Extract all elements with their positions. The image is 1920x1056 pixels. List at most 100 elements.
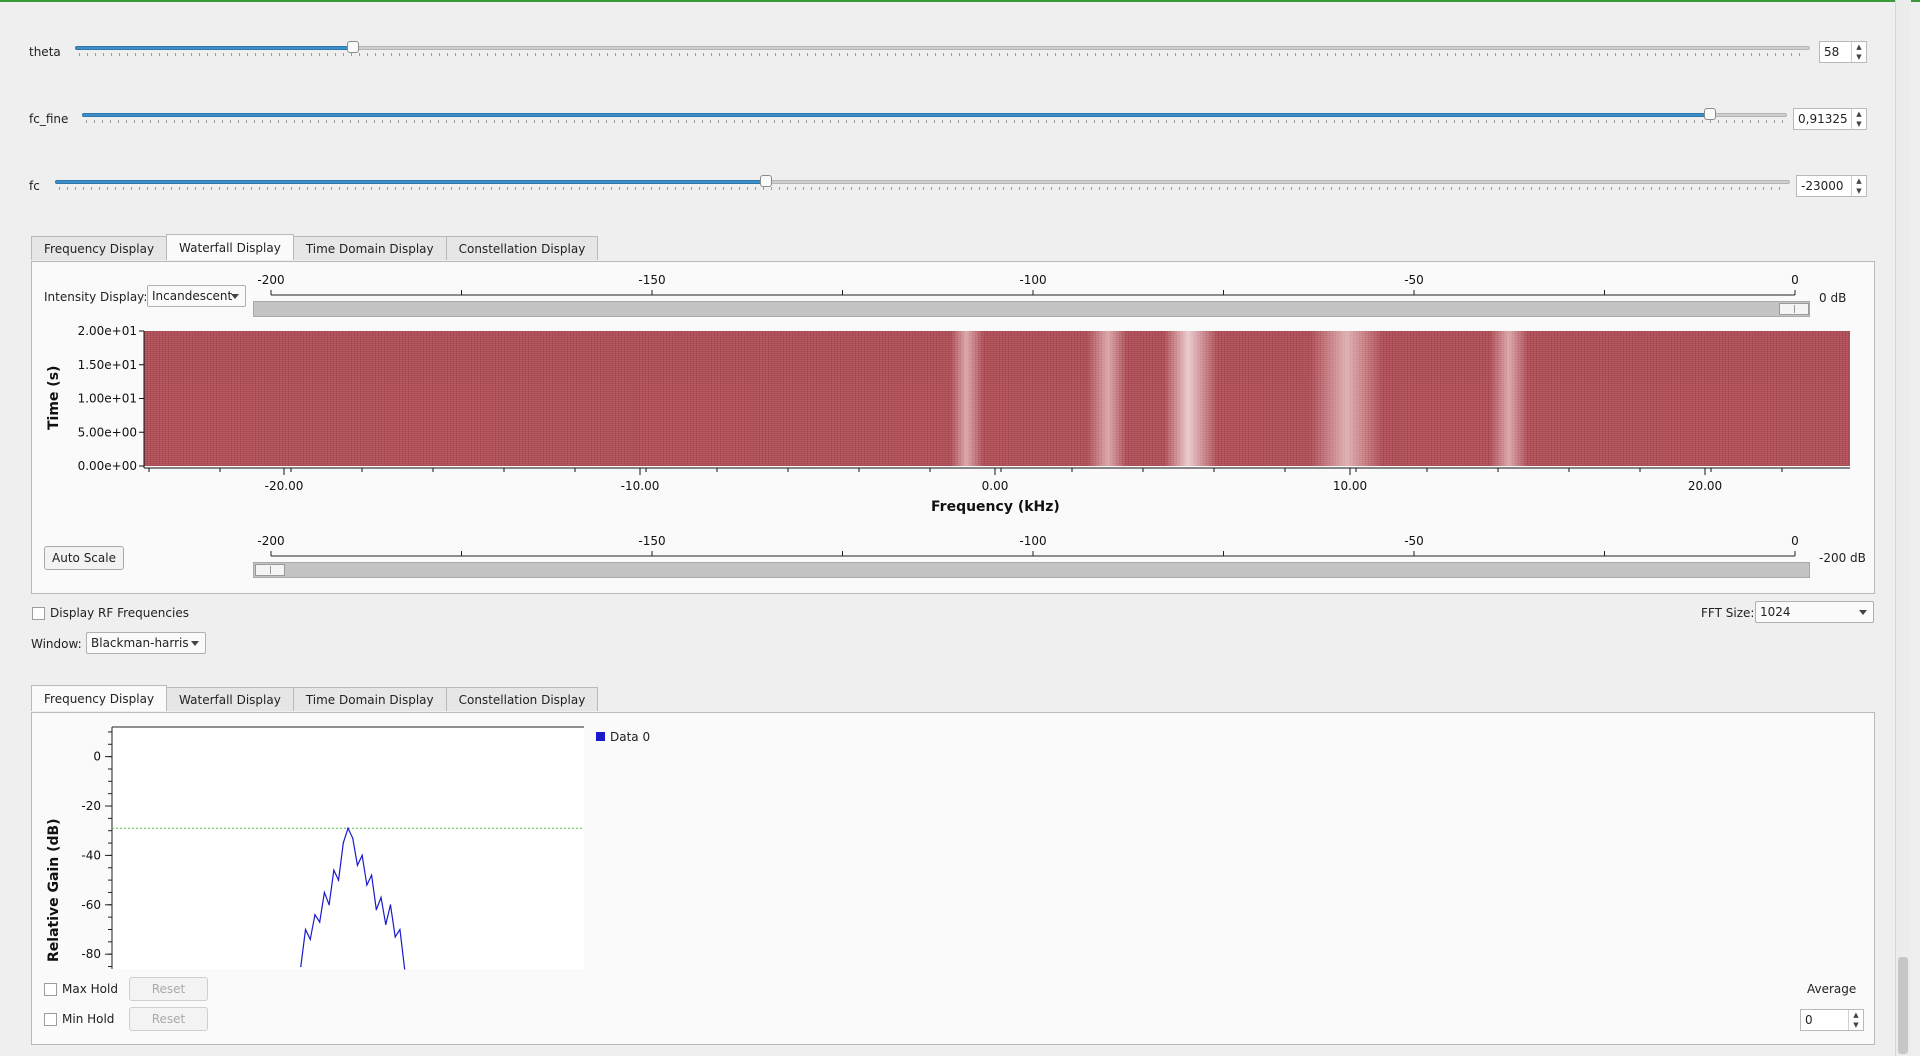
fft-size-value: 1024 xyxy=(1760,605,1791,619)
fc-spinbox[interactable]: -23000 ▲ ▼ xyxy=(1796,175,1867,197)
scale-tick-label: -200 xyxy=(257,534,284,548)
min-hold-reset-button[interactable]: Reset xyxy=(129,1007,208,1031)
vertical-scrollbar[interactable] xyxy=(1895,0,1911,1056)
series-data-0-point xyxy=(352,837,354,839)
top-tab-bar: Frequency Display Waterfall Display Time… xyxy=(31,234,599,261)
series-data-0-point xyxy=(323,891,325,894)
fc-fine-spinbox[interactable]: 0,91325 ▲ ▼ xyxy=(1793,108,1867,130)
legend-swatch-icon xyxy=(596,732,605,741)
chevron-down-icon xyxy=(191,641,199,646)
max-intensity-handle[interactable] xyxy=(1779,303,1809,315)
scale-tick-label: -150 xyxy=(638,273,665,287)
x-tick-label: 0.00 xyxy=(982,479,1009,493)
scale-tick-label: -50 xyxy=(1404,273,1424,287)
series-data-0-point xyxy=(361,854,363,857)
display-rf-checkbox[interactable] xyxy=(32,607,45,620)
fc-fine-slider-handle[interactable] xyxy=(1704,108,1717,120)
series-data-0-point xyxy=(304,928,307,931)
x-tick-label: 10.00 xyxy=(1333,479,1367,493)
theta-slider-handle[interactable] xyxy=(346,41,359,53)
series-data-0-point xyxy=(404,968,406,970)
scale-tick-label: -150 xyxy=(638,534,665,548)
scrollbar-thumb[interactable] xyxy=(1898,957,1908,1054)
auto-scale-button[interactable]: Auto Scale xyxy=(44,546,124,570)
max-intensity-slider[interactable] xyxy=(253,301,1810,317)
max-db-label: 0 dB xyxy=(1819,291,1847,305)
series-data-0-point xyxy=(375,909,377,911)
scale-tick-label: -50 xyxy=(1404,534,1424,548)
tab-waterfall-display[interactable]: Waterfall Display xyxy=(166,234,294,260)
fft-size-select[interactable]: 1024 xyxy=(1755,601,1874,623)
fc-slider[interactable] xyxy=(55,174,1790,194)
fc-label: fc xyxy=(29,179,40,193)
tab-constellation-display[interactable]: Constellation Display xyxy=(445,236,599,260)
tab-constellation-display[interactable]: Constellation Display xyxy=(445,687,599,711)
tab-frequency-display[interactable]: Frequency Display xyxy=(31,236,168,260)
theta-slider[interactable] xyxy=(75,40,1810,60)
min-hold-checkbox[interactable] xyxy=(44,1013,57,1026)
intensity-display-select[interactable]: Incandescent xyxy=(147,285,246,307)
max-hold-checkbox[interactable] xyxy=(44,983,57,996)
upper-intensity-scale: -200 -150 -100 -50 0 xyxy=(257,273,1799,296)
spin-arrows-icon[interactable]: ▲ ▼ xyxy=(1851,42,1866,62)
series-data-0-point xyxy=(371,874,373,876)
window-select[interactable]: Blackman-harris xyxy=(86,632,206,654)
tab-waterfall-display[interactable]: Waterfall Display xyxy=(166,687,294,711)
tab-time-domain-display[interactable]: Time Domain Display xyxy=(292,687,447,711)
min-intensity-slider[interactable] xyxy=(253,562,1810,578)
spin-arrows-icon[interactable]: ▲ ▼ xyxy=(1848,1010,1863,1030)
series-data-0-point xyxy=(380,896,382,898)
fc-slider-handle[interactable] xyxy=(760,175,773,187)
fc-fine-label: fc_fine xyxy=(29,112,69,126)
tab-time-domain-display[interactable]: Time Domain Display xyxy=(292,236,447,260)
bottom-tab-bar: Frequency Display Waterfall Display Time… xyxy=(31,685,599,712)
series-data-0-point xyxy=(385,923,387,926)
y-tick-label: 1.00e+01 xyxy=(78,392,137,406)
x-tick-label: 20.00 xyxy=(1688,479,1722,493)
average-label: Average xyxy=(1807,982,1857,996)
waterfall-x-axis-label: Frequency (kHz) xyxy=(931,499,1060,515)
intensity-display-value: Incandescent xyxy=(152,289,232,303)
x-tick-label: -10.00 xyxy=(621,479,660,493)
plot-y-tick-label: -60 xyxy=(81,898,101,912)
average-value: 0 xyxy=(1805,1013,1813,1027)
theta-value: 58 xyxy=(1824,45,1840,59)
lower-intensity-scale: -200 -150 -100 -50 0 xyxy=(257,534,1799,557)
max-hold-label: Max Hold xyxy=(62,982,118,996)
scale-tick-label: 0 xyxy=(1791,534,1799,548)
min-intensity-handle[interactable] xyxy=(255,564,285,576)
window-top-border xyxy=(0,0,1920,2)
max-hold-reset-button[interactable]: Reset xyxy=(129,977,208,1001)
series-data-0-point xyxy=(342,842,344,844)
scale-tick-label: 0 xyxy=(1791,273,1799,287)
window-label: Window: xyxy=(31,637,82,651)
x-tick-label: -20.00 xyxy=(265,479,304,493)
theta-spinbox[interactable]: 58 ▲ ▼ xyxy=(1819,41,1867,63)
y-tick-label: 5.00e+00 xyxy=(78,425,137,439)
series-data-0-point xyxy=(333,869,335,871)
waterfall-axes: 2.00e+01 1.50e+01 1.00e+01 5.00e+00 0.00e+00… xyxy=(78,324,1850,493)
theta-label: theta xyxy=(29,45,61,59)
series-data-0-point xyxy=(319,921,321,923)
series-data-0-point xyxy=(328,904,330,906)
fc-fine-value: 0,91325 xyxy=(1798,112,1848,126)
average-spinbox[interactable]: 0 ▲ ▼ xyxy=(1800,1009,1864,1031)
tab-frequency-display[interactable]: Frequency Display xyxy=(31,685,168,711)
fft-size-label: FFT Size: xyxy=(1701,606,1755,620)
legend-data-0: Data 0 xyxy=(610,730,651,744)
min-hold-label: Min Hold xyxy=(62,1012,115,1026)
series-data-0-point xyxy=(356,864,359,866)
series-data-0-point xyxy=(389,904,392,906)
fc-fine-slider[interactable] xyxy=(82,107,1787,127)
series-data-0-point xyxy=(347,827,349,829)
plot-y-tick-label: 0 xyxy=(93,750,101,764)
chevron-down-icon xyxy=(1859,610,1867,615)
min-db-label: -200 dB xyxy=(1819,551,1866,565)
frequency-y-axis-label: Relative Gain (dB) xyxy=(46,818,62,962)
scale-tick-label: -100 xyxy=(1019,273,1046,287)
frequency-plot: 0 -20 -40 -60 -80 xyxy=(81,726,584,970)
plot-y-tick-label: -80 xyxy=(81,947,101,961)
spin-arrows-icon[interactable]: ▲ ▼ xyxy=(1851,109,1866,129)
spin-arrows-icon[interactable]: ▲ ▼ xyxy=(1851,176,1866,196)
series-data-0-point xyxy=(337,879,340,881)
